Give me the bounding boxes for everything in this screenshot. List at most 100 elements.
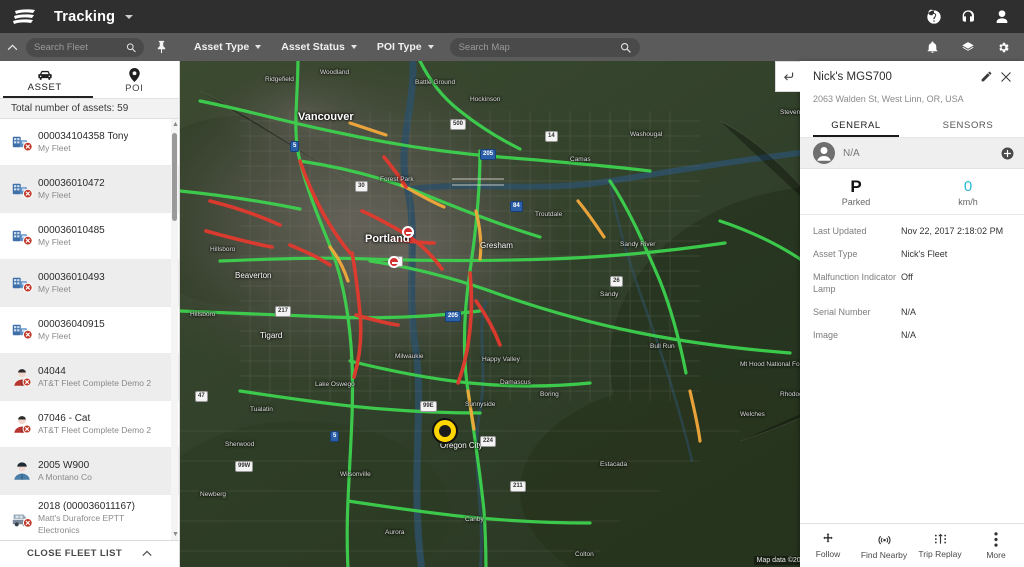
filter-asset-type[interactable]: Asset Type xyxy=(184,33,271,61)
close-fleet-list-label: CLOSE FLEET LIST xyxy=(26,548,123,559)
asset-list-item-text: 000036010493 My Fleet xyxy=(38,272,105,295)
add-circle-icon[interactable] xyxy=(1001,147,1014,160)
action-trip-replay[interactable]: Trip Replay xyxy=(912,532,968,559)
tracking-app: Tracking Search Fleet Asset Type Asset S… xyxy=(0,0,1024,567)
filter-poi-type[interactable]: POI Type xyxy=(367,33,444,61)
detail-field-key: Asset Type xyxy=(813,249,858,259)
person-red-icon xyxy=(14,416,32,434)
truck-offline-icon xyxy=(6,320,38,340)
detail-field: Last Updated Nov 22, 2017 2:18:02 PM xyxy=(800,225,1024,237)
fleet-sidebar: ASSET POI Total number of assets: 59 000… xyxy=(0,61,180,567)
asset-list-item[interactable]: 000036040915 My Fleet xyxy=(0,307,179,354)
support-headset-icon[interactable] xyxy=(960,9,976,25)
detail-field: Malfunction Indicator Lamp Off xyxy=(800,271,1024,295)
trip-replay-icon xyxy=(934,533,946,544)
chevron-up-icon xyxy=(7,43,17,50)
scroll-up-arrow-icon[interactable]: ▲ xyxy=(172,121,179,128)
search-fleet-container[interactable] xyxy=(26,37,144,57)
pin-button[interactable] xyxy=(144,40,178,54)
chevron-down-icon xyxy=(427,45,434,49)
asset-list-item[interactable]: 000034104358 Tony My Fleet xyxy=(0,119,179,166)
chevron-up-icon xyxy=(142,550,152,556)
detail-field-value: Nick's Fleet xyxy=(901,249,948,259)
detail-tab-sensors-label: SENSORS xyxy=(942,120,994,131)
detail-field: Serial Number N/A xyxy=(800,306,1024,318)
scroll-down-arrow-icon[interactable]: ▼ xyxy=(172,531,179,538)
asset-list-item-text: 07046 - Cat AT&T Fleet Complete Demo 2 xyxy=(38,413,151,436)
return-arrow-icon xyxy=(783,72,793,81)
asset-list-item-fleet: Electronics xyxy=(38,524,80,535)
search-icon[interactable] xyxy=(620,42,631,53)
detail-tabs: GENERAL SENSORS xyxy=(800,114,1024,138)
asset-list-scrollbar[interactable]: ▲ ▼ xyxy=(171,119,179,540)
asset-list-item[interactable]: 2005 W900 A Montano Co xyxy=(0,448,179,495)
detail-status-state: P Parked xyxy=(800,169,912,214)
asset-list-item-name: 2018 (000036011167) xyxy=(38,500,135,512)
detail-close-button[interactable] xyxy=(996,71,1016,83)
app-logo[interactable] xyxy=(0,7,50,27)
asset-list-item[interactable]: 000036010493 My Fleet xyxy=(0,260,179,307)
detail-tab-general-label: GENERAL xyxy=(831,120,881,131)
asset-list-item[interactable]: 000036010485 My Fleet xyxy=(0,213,179,260)
top-bar-actions xyxy=(926,9,1024,25)
detail-back-button[interactable] xyxy=(775,61,800,92)
action-more[interactable]: More xyxy=(968,531,1024,560)
asset-list-item[interactable]: 2018 (000036011167) Matt's Duraforce EPTT… xyxy=(0,495,179,540)
close-fleet-list-button[interactable]: CLOSE FLEET LIST xyxy=(0,540,179,566)
asset-list-item-name: 000034104358 Tony xyxy=(38,130,129,142)
asset-list-item-name: 000036010485 xyxy=(38,224,105,236)
asset-list-item-fleet: A Montano Co xyxy=(38,471,92,482)
action-trip-replay-label: Trip Replay xyxy=(918,549,962,559)
asset-list-item-text: 000036010472 My Fleet xyxy=(38,178,105,201)
detail-status-glyph: P xyxy=(850,176,862,196)
toolbar-actions xyxy=(926,41,1024,54)
search-icon[interactable] xyxy=(126,42,136,53)
search-map-container[interactable] xyxy=(449,37,640,57)
action-find-nearby[interactable]: Find Nearby xyxy=(856,532,912,560)
asset-list-item[interactable]: 07046 - Cat AT&T Fleet Complete Demo 2 xyxy=(0,401,179,448)
user-account-icon[interactable] xyxy=(994,9,1010,25)
pencil-edit-icon xyxy=(981,71,991,82)
chevron-down-icon[interactable] xyxy=(125,14,134,19)
asset-list-item-name: 000036010472 xyxy=(38,177,105,189)
search-map-input[interactable] xyxy=(458,41,620,53)
asset-list-item[interactable]: 000036010472 My Fleet xyxy=(0,166,179,213)
search-fleet-input[interactable] xyxy=(34,41,126,53)
asset-list-item-name: 000036010493 xyxy=(38,271,105,283)
radar-nearby-icon xyxy=(878,535,890,544)
asset-list-item-fleet: My Fleet xyxy=(38,142,71,153)
filter-asset-status[interactable]: Asset Status xyxy=(271,33,367,61)
settings-gear-icon[interactable] xyxy=(997,41,1010,54)
truck-offline-icon xyxy=(6,132,38,152)
asset-total-count: Total number of assets: 59 xyxy=(0,99,179,119)
action-follow-label: Follow xyxy=(815,549,841,559)
asset-list-item-fleet: AT&T Fleet Complete Demo 2 xyxy=(38,424,152,435)
sidebar-tab-asset[interactable]: ASSET xyxy=(0,61,90,98)
map-layers-icon[interactable] xyxy=(961,41,975,54)
detail-address: 2063 Walden St, West Linn, OR, USA xyxy=(813,94,964,104)
fleet-stripes-logo-icon xyxy=(13,8,35,24)
asset-list-item-fleet: My Fleet xyxy=(38,330,71,341)
follow-target-icon xyxy=(823,533,833,543)
asset-list-item-text: 2018 (000036011167) Matt's Duraforce EPTT… xyxy=(38,501,135,535)
detail-field-value: N/A xyxy=(901,307,917,317)
pin-icon xyxy=(157,40,165,54)
asset-detail-panel: Nick's MGS700 2063 Walden St, West Linn,… xyxy=(775,61,1024,567)
vehicle-offline-icon xyxy=(12,514,33,528)
help-icon[interactable] xyxy=(926,9,942,25)
asset-list-scroll-thumb[interactable] xyxy=(172,133,177,221)
action-follow[interactable]: Follow xyxy=(800,532,856,559)
filter-asset-type-label: Asset Type xyxy=(194,41,250,53)
truck-offline-icon xyxy=(12,230,33,246)
chevron-down-icon xyxy=(350,45,357,49)
asset-list[interactable]: 000034104358 Tony My Fleet 000036010472 My … xyxy=(0,119,179,540)
detail-tab-general[interactable]: GENERAL xyxy=(800,114,912,137)
collapse-panel-button[interactable] xyxy=(0,33,24,61)
detail-edit-button[interactable] xyxy=(976,70,996,83)
detail-tab-sensors[interactable]: SENSORS xyxy=(912,114,1024,137)
sidebar-tab-poi[interactable]: POI xyxy=(90,61,180,98)
person-red-icon xyxy=(6,366,38,388)
asset-list-item[interactable]: 04044 AT&T Fleet Complete Demo 2 xyxy=(0,354,179,401)
detail-field-key: Serial Number xyxy=(813,307,871,317)
notifications-bell-icon[interactable] xyxy=(926,41,939,54)
